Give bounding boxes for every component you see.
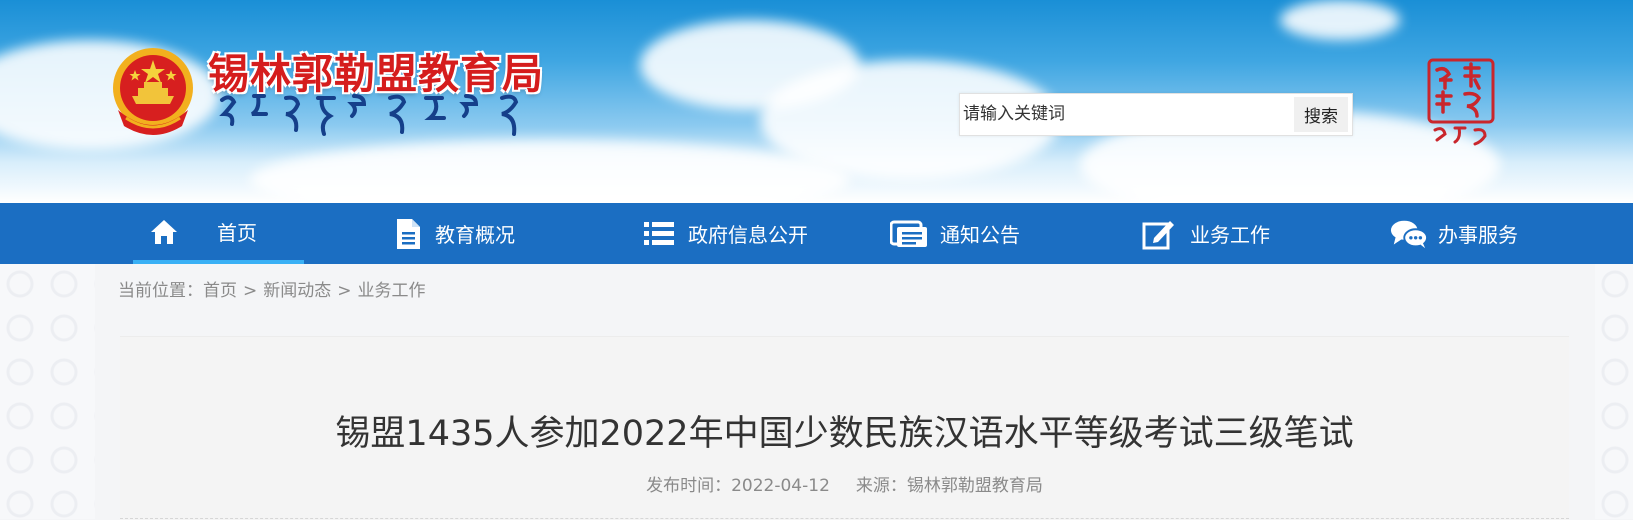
nav-item-education-overview[interactable]: 教育概况 xyxy=(389,203,559,264)
mongolian-script-logo xyxy=(219,94,519,136)
nav-item-home[interactable]: 首页 xyxy=(133,203,304,264)
nav-label: 首页 xyxy=(217,221,257,245)
main-nav: 首页 教育概况 政府信息公开 通知公告 业务工作 办事服务 xyxy=(0,203,1633,264)
document-icon xyxy=(389,215,427,253)
list-icon xyxy=(640,215,678,253)
breadcrumb-prefix: 当前位置： xyxy=(118,281,203,301)
article-title: 锡盟1435人参加2022年中国少数民族汉语水平等级考试三级笔试 xyxy=(335,414,1354,454)
breadcrumb-link-home[interactable]: 首页 xyxy=(203,281,237,301)
search-button[interactable]: 搜索 xyxy=(1294,97,1348,132)
nav-item-notices[interactable]: 通知公告 xyxy=(890,203,1060,264)
red-seal-logo xyxy=(1427,58,1495,146)
nav-label: 教育概况 xyxy=(435,223,515,247)
search-input[interactable] xyxy=(963,98,1283,130)
side-pattern-left xyxy=(0,264,95,519)
national-emblem-icon xyxy=(113,48,193,135)
source-label: 来源： xyxy=(855,476,907,496)
breadcrumb-link-business[interactable]: 业务工作 xyxy=(358,281,426,301)
source-value: 锡林郭勒盟教育局 xyxy=(906,476,1043,496)
nav-label: 业务工作 xyxy=(1190,223,1270,247)
breadcrumb-link-news[interactable]: 新闻动态 xyxy=(263,281,331,301)
article-panel: 锡盟1435人参加2022年中国少数民族汉语水平等级考试三级笔试 发布时间：20… xyxy=(120,336,1569,520)
cloud-decoration xyxy=(250,140,850,203)
nav-item-business[interactable]: 业务工作 xyxy=(1140,203,1310,264)
article-meta: 发布时间：2022-04-12 来源：锡林郭勒盟教育局 xyxy=(120,471,1569,496)
breadcrumb-separator: > xyxy=(243,281,258,301)
nav-label: 通知公告 xyxy=(940,223,1020,247)
publish-label: 发布时间： xyxy=(646,476,732,496)
search-box: 搜索 xyxy=(959,93,1353,136)
breadcrumb-separator: > xyxy=(337,281,352,301)
edit-icon xyxy=(1140,215,1178,253)
notice-icon xyxy=(890,215,928,253)
header-banner: 锡林郭勒盟教育局 搜索 xyxy=(0,0,1633,203)
home-icon xyxy=(145,213,183,251)
nav-label: 政府信息公开 xyxy=(688,223,808,247)
nav-label: 办事服务 xyxy=(1438,223,1518,247)
chat-bubbles-icon xyxy=(1390,215,1428,253)
nav-item-gov-info[interactable]: 政府信息公开 xyxy=(640,203,840,264)
cloud-decoration xyxy=(1280,0,1400,40)
nav-item-services[interactable]: 办事服务 xyxy=(1390,203,1560,264)
side-pattern-right xyxy=(1595,264,1633,519)
breadcrumb: 当前位置：首页 > 新闻动态 > 业务工作 xyxy=(118,276,426,301)
publish-date: 2022-04-12 xyxy=(731,476,830,496)
